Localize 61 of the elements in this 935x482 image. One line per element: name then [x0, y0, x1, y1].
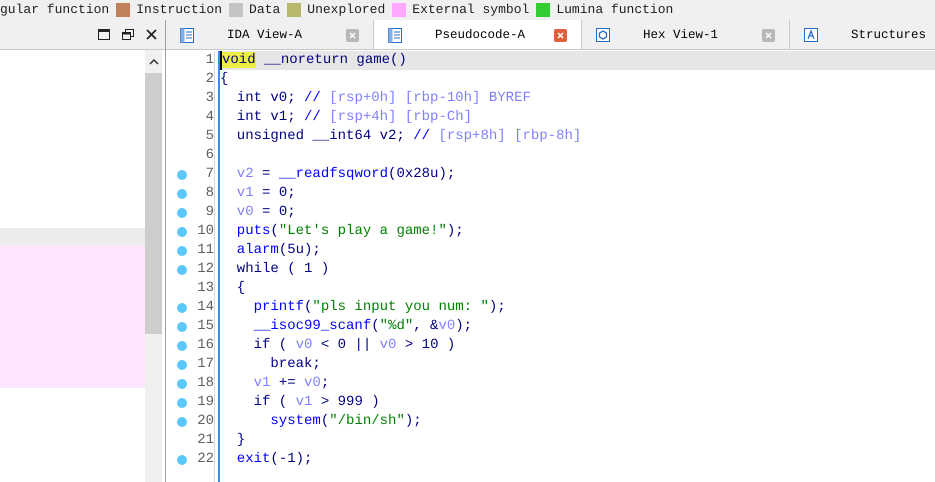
code-line: { [236, 279, 246, 298]
line-number: 20 [196, 412, 214, 431]
line-number: 16 [196, 336, 214, 355]
code-line: unsigned __int64 v2; // [rsp+8h] [rbp-8h] [236, 127, 582, 146]
line-number: 22 [196, 450, 214, 469]
line-number: 10 [196, 222, 214, 241]
code-line: while ( 1 ) [236, 260, 330, 279]
line-number: 5 [204, 127, 214, 146]
legend-label: Data [249, 1, 280, 20]
line-number: 6 [204, 146, 214, 165]
line-number: 9 [204, 203, 214, 222]
document-icon [388, 28, 402, 42]
code-line: v1 += v0; [252, 374, 330, 393]
code-line: int v0; // [rsp+0h] [rbp-10h] BYREF [236, 89, 531, 108]
legend-label: External symbol [412, 1, 530, 20]
code-line: v2 = __readfsqword(0x28u); [236, 165, 456, 184]
scrollbar[interactable] [145, 50, 162, 482]
code-line: } [236, 431, 246, 450]
line-number: 3 [204, 89, 214, 108]
line-number: 2 [204, 70, 214, 89]
code-line: if ( v1 > 999 ) [252, 393, 380, 412]
maximize-icon[interactable] [98, 29, 110, 40]
line-number: 14 [196, 298, 214, 317]
restore-icon[interactable] [122, 29, 134, 40]
code-line: { [220, 70, 228, 89]
document-icon [180, 28, 194, 42]
scroll-up-icon[interactable] [148, 59, 158, 65]
code-line: __isoc99_scanf("%d", &v0); [252, 317, 472, 336]
legend-label: Lumina function [556, 1, 674, 20]
code-line: exit(-1); [236, 450, 312, 469]
line-number: 7 [204, 165, 214, 184]
close-icon[interactable] [146, 29, 157, 40]
code-line: v0 = 0; [236, 203, 296, 222]
code-line: system("/bin/sh"); [269, 412, 422, 431]
code-line: v1 = 0; [236, 184, 296, 203]
line-number: 13 [196, 279, 214, 298]
line-number: 21 [196, 431, 214, 450]
code-line: puts("Let's play a game!"); [236, 222, 464, 241]
legend-label: Instruction [136, 1, 222, 20]
line-number: 8 [204, 184, 214, 203]
line-number: 17 [196, 355, 214, 374]
line-number: 15 [196, 317, 214, 336]
line-number: 12 [196, 260, 214, 279]
code-line: printf("pls input you num: "); [252, 298, 506, 317]
code-line: alarm(5u); [236, 241, 321, 260]
line-number: 11 [196, 241, 214, 260]
code-line: if ( v0 < 0 || v0 > 10 ) [252, 336, 456, 355]
line-number: 4 [204, 108, 214, 127]
structure-icon [804, 28, 818, 42]
legend-label: gular function [0, 1, 110, 20]
legend-label: Unexplored [307, 1, 386, 20]
selected-row[interactable] [0, 228, 145, 245]
code-line: void __noreturn game() [222, 51, 407, 70]
tab[interactable]: Pseudocode-A [374, 20, 582, 49]
scrollbar-thumb[interactable] [145, 73, 162, 334]
code-line: break; [269, 355, 321, 374]
code-line: int v1; // [rsp+4h] [rbp-Ch] [236, 108, 472, 127]
line-number: 1 [204, 51, 214, 70]
line-number: 19 [196, 393, 214, 412]
line-number: 18 [196, 374, 214, 393]
hexagon-icon [596, 28, 610, 42]
